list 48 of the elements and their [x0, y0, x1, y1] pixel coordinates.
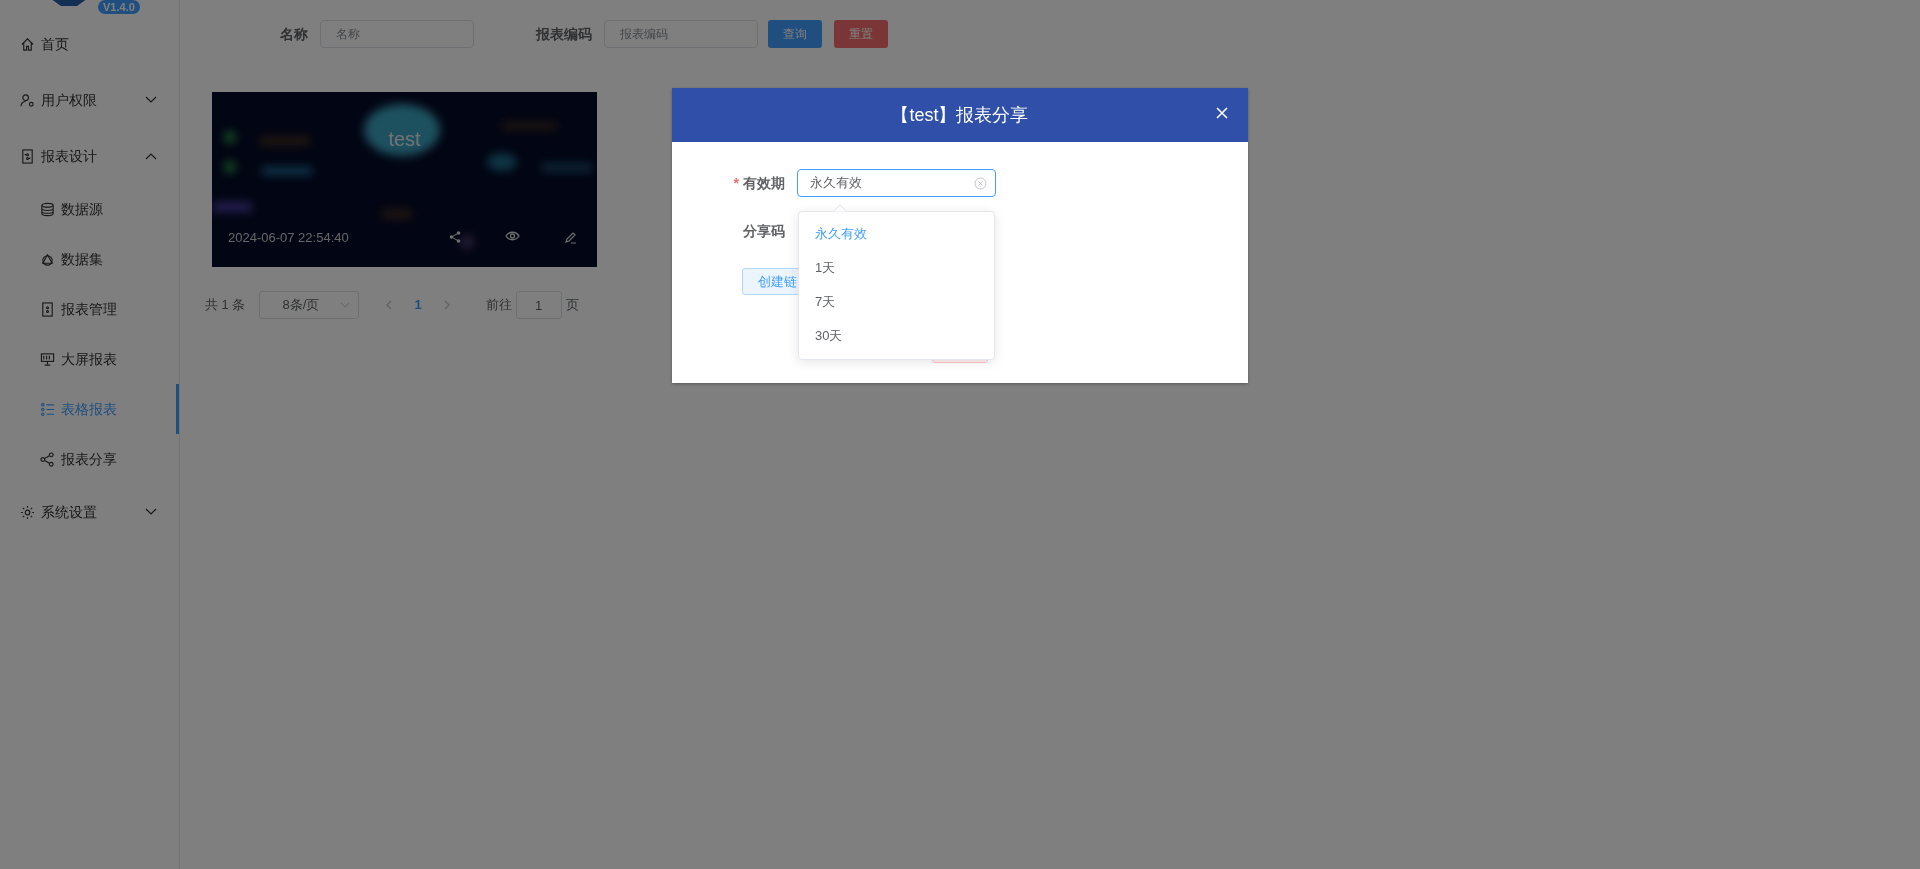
submenu-item[interactable]: 报表管理	[0, 284, 179, 334]
text-field[interactable]: 名称	[320, 20, 474, 48]
user-gear-icon	[20, 92, 35, 108]
card-title: test	[387, 127, 422, 152]
goto-label: 前往	[485, 296, 512, 315]
menu-item[interactable]: 用户权限	[0, 72, 179, 128]
submenu-item[interactable]: 数据集	[0, 234, 179, 284]
menu-item[interactable]: 首页	[0, 16, 179, 72]
document-icon	[20, 148, 35, 164]
list-icon	[40, 401, 55, 417]
submenu-item[interactable]: 大屏报表	[0, 334, 179, 384]
field-label: 分享码	[743, 222, 785, 239]
chevron-down-icon	[340, 302, 351, 308]
triangle-circle-icon	[40, 251, 55, 267]
dropdown-option[interactable]: 1天	[799, 251, 994, 285]
field-label: 名称	[280, 24, 308, 44]
chevron-down-icon	[145, 96, 157, 104]
field-label: 报表编码	[536, 24, 592, 44]
chevron-up-icon	[145, 152, 157, 160]
edit-icon[interactable]	[564, 230, 577, 244]
dropdown-option[interactable]: 永久有效	[799, 217, 994, 251]
submenu-item[interactable]: 数据源	[0, 184, 179, 234]
expiry-select[interactable]: 永久有效	[797, 169, 996, 197]
page-input[interactable]: 1	[515, 291, 562, 319]
dropdown-option[interactable]: 30天	[799, 319, 994, 353]
field-label: 有效期	[743, 174, 785, 191]
eye-icon[interactable]	[505, 230, 520, 241]
share-icon[interactable]	[449, 230, 461, 243]
submenu-item[interactable]: 报表分享	[0, 434, 179, 484]
close-button[interactable]	[1216, 107, 1228, 119]
menu-item[interactable]: 报表设计	[0, 128, 179, 184]
required-mark: *	[733, 174, 739, 191]
total-count: 共 1 条	[205, 296, 246, 315]
dialog-title: 【test】报表分享	[891, 103, 1029, 127]
document-icon	[40, 301, 55, 317]
monitor-icon	[40, 351, 55, 367]
page-suffix: 页	[565, 296, 579, 315]
menu-item[interactable]: 系统设置	[0, 484, 179, 540]
card-date: 2024-06-07 22:54:40	[228, 228, 349, 247]
page-size-select[interactable]: 8条/页	[259, 291, 360, 319]
clear-icon	[974, 176, 987, 190]
settings-icon	[20, 504, 35, 520]
dropdown-option[interactable]: 7天	[799, 285, 994, 319]
version-badge: V1.4.0	[98, 0, 140, 14]
share-icon	[40, 451, 55, 467]
database-icon	[40, 201, 55, 217]
home-icon	[20, 36, 35, 52]
chevron-down-icon	[145, 508, 157, 516]
